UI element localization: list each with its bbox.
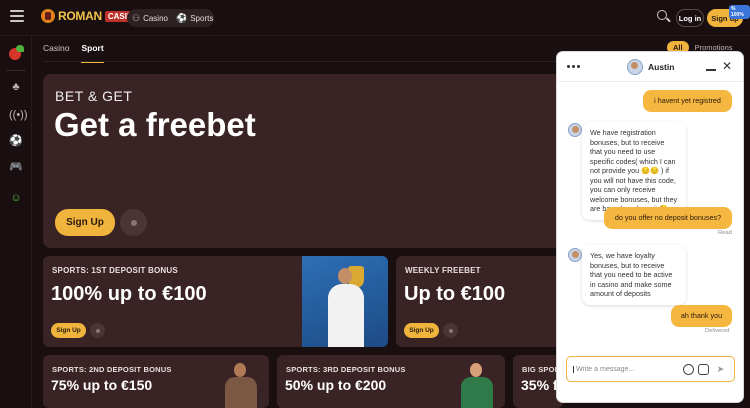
hero-title: Get a freebet	[54, 106, 256, 143]
broadcast-icon[interactable]: ((•))	[9, 108, 28, 122]
player-image	[457, 361, 497, 408]
promo-card-weekly-freebet[interactable]: WEEKLY FREEBET Up to €100 Sign Up	[396, 256, 563, 347]
toggle-sports-label: Sports	[190, 13, 214, 23]
chat-message-user: do you offer no deposit bonuses?	[604, 207, 732, 229]
emoji-icon[interactable]	[683, 364, 694, 375]
logo-text: ROMAN	[58, 9, 102, 23]
gamepad-icon[interactable]: 🎮	[9, 160, 23, 174]
rail-divider	[6, 70, 26, 71]
message-status: Delivered	[705, 328, 730, 334]
card-signup-button[interactable]: Sign Up	[404, 323, 439, 338]
toggle-sports[interactable]: ⚽ Sports	[176, 13, 213, 24]
player-trophy-image	[302, 256, 388, 347]
toggle-casino[interactable]: ⚇ Casino	[132, 13, 168, 24]
soccer-ball-icon[interactable]: ⚽	[9, 134, 23, 148]
card-signup-button[interactable]: Sign Up	[51, 323, 86, 338]
close-icon[interactable]: ✕	[722, 60, 732, 72]
agent-avatar	[568, 123, 582, 137]
composer-placeholder: Write a message...	[573, 366, 634, 373]
chat-message-agent: We have registration bonuses, but to rec…	[582, 122, 686, 220]
message-status: Read	[718, 230, 732, 236]
menu-icon[interactable]	[10, 10, 24, 24]
tabs-divider	[43, 61, 563, 62]
card-label: SPORTS: 1ST DEPOSIT BONUS	[52, 266, 178, 275]
hero-info-icon[interactable]	[120, 209, 147, 236]
hero-eyebrow: BET & GET	[55, 88, 133, 104]
card-info-icon[interactable]	[90, 323, 105, 338]
player-image	[221, 361, 261, 408]
agent-avatar	[627, 59, 643, 75]
card-headline: Up to €100	[404, 283, 506, 305]
top-bar: ROMAN CASINO ⚇ Casino ⚽ Sports Log in Si…	[0, 0, 750, 36]
logo-helmet-icon	[41, 9, 55, 23]
promo-card-big-sport[interactable]: BIG SPORT 35% fr	[513, 355, 563, 408]
tab-sport[interactable]: Sport	[81, 43, 104, 63]
left-rail: ♣ ((•)) ⚽ 🎮 ☺	[0, 36, 32, 408]
card-headline: 100% up to €100	[51, 283, 207, 305]
card-label: WEEKLY FREEBET	[405, 266, 481, 275]
signup-bonus-badge: % 100%	[729, 5, 750, 19]
card-headline: 50% up to €200	[285, 377, 387, 393]
chat-header: Austin ✕	[557, 52, 743, 82]
cherries-icon[interactable]: ♣	[9, 80, 23, 94]
tab-casino[interactable]: Casino	[43, 43, 69, 63]
casino-sports-toggle: ⚇ Casino ⚽ Sports	[127, 9, 214, 27]
card-info-icon[interactable]	[443, 323, 458, 338]
promo-card-1st-deposit[interactable]: SPORTS: 1ST DEPOSIT BONUS 100% up to €10…	[43, 256, 388, 347]
chat-message-user: i havent yet registred	[643, 90, 732, 112]
agent-avatar	[568, 248, 582, 262]
promo-card-3rd-deposit[interactable]: SPORTS: 3RD DEPOSIT BONUS 50% up to €200	[277, 355, 505, 408]
promo-card-2nd-deposit[interactable]: SPORTS: 2ND DEPOSIT BONUS 75% up to €150	[43, 355, 269, 408]
section-tabs: Casino Sport	[43, 43, 104, 63]
card-label: SPORTS: 2ND DEPOSIT BONUS	[52, 365, 172, 374]
filter-promotions[interactable]: Promotions	[695, 43, 733, 52]
chat-message-input[interactable]: Write a message... ➤	[566, 356, 735, 382]
agent-name: Austin	[648, 62, 675, 72]
card-headline: 75% up to €150	[51, 377, 153, 393]
chat-message-agent: Yes, we have loyalty bonuses, but to rec…	[582, 245, 686, 305]
casino-chips-icon: ⚇	[132, 12, 141, 23]
chat-widget: Austin ✕ i havent yet registred We have …	[557, 52, 743, 402]
chat-options-icon[interactable]	[567, 65, 580, 68]
search-icon[interactable]	[657, 10, 671, 24]
send-icon[interactable]: ➤	[715, 364, 726, 375]
attach-icon[interactable]	[698, 364, 709, 375]
toggle-casino-label: Casino	[143, 13, 168, 23]
chat-agent: Austin	[627, 59, 674, 75]
hero-banner: BET & GET Get a freebet Sign Up	[43, 74, 563, 248]
minimize-icon[interactable]	[706, 69, 716, 71]
card-label: SPORTS: 3RD DEPOSIT BONUS	[286, 365, 406, 374]
chat-message-user: ah thank you	[671, 305, 732, 327]
hero-signup-button[interactable]: Sign Up	[55, 209, 115, 236]
soccer-ball-icon: ⚽	[175, 12, 188, 23]
alien-icon[interactable]: ☺	[9, 191, 23, 205]
login-button[interactable]: Log in	[676, 9, 704, 27]
fruit-icon[interactable]	[6, 44, 26, 62]
